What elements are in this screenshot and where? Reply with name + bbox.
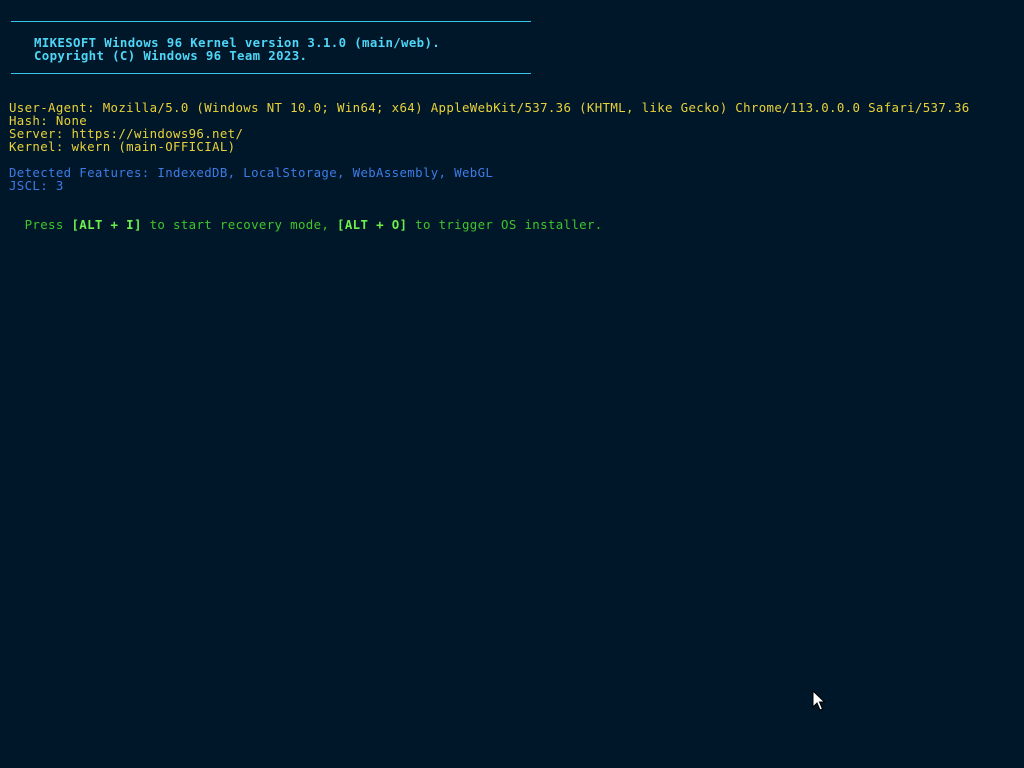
detected-features-line: Detected Features: IndexedDB, LocalStora… [9,165,494,180]
kernel-line: Kernel: wkern (main-OFFICIAL) [9,139,236,154]
boot-options-prompt: Press [ALT + I] to start recovery mode, … [9,205,603,231]
prompt-recovery-text: to start recovery mode, [141,217,338,232]
recovery-key-hint: [ALT + I] [71,217,142,232]
user-agent-line: User-Agent: Mozilla/5.0 (Windows NT 10.0… [9,100,970,115]
banner-top-rule [11,21,531,22]
mouse-pointer-icon [812,690,826,711]
installer-key-hint: [ALT + O] [337,217,408,232]
banner-copyright: Copyright (C) Windows 96 Team 2023. [34,48,308,63]
prompt-installer-text: to trigger OS installer. [407,217,603,232]
banner-bottom-rule [11,73,531,74]
jscl-line: JSCL: 3 [9,178,64,193]
prompt-press-text: Press [24,217,72,232]
